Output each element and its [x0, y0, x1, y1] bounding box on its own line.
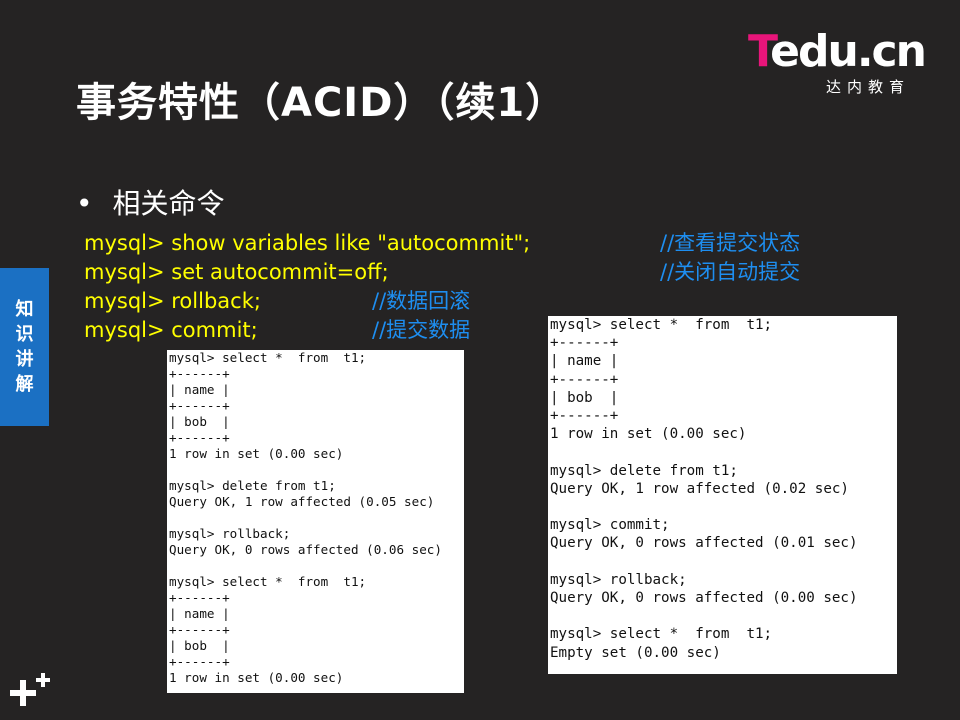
command-comment: //查看提交状态 — [660, 231, 801, 255]
terminal-line: Query OK, 1 row affected (0.02 sec) — [550, 480, 849, 497]
page-title: 事务特性（ACID）（续1） — [76, 80, 567, 126]
terminal-line: | bob | — [169, 638, 230, 653]
terminal-line: mysql> select * from t1; — [550, 626, 773, 643]
terminal-line: 1 row in set (0.00 sec) — [169, 670, 344, 685]
terminal-line: mysql> select * from t1; — [169, 574, 367, 589]
side-tab-knowledge: 知 识 讲 解 — [0, 268, 49, 426]
terminal-screenshot-commit: mysql> select * from t1; +------+ | name |… — [548, 316, 897, 674]
terminal-line: mysql> select * from t1; — [169, 350, 367, 365]
terminal-line: mysql> select * from t1; — [550, 317, 773, 333]
tedu-logo: Tedu.cn 达内教育 — [746, 30, 927, 100]
command-line: mysql> show variables like "autocommit"; — [84, 231, 531, 255]
terminal-line: +------+ — [169, 654, 230, 669]
terminal-line: +------+ — [550, 335, 619, 352]
terminal-line: 1 row in set (0.00 sec) — [169, 446, 344, 461]
terminal-line: | name | — [169, 382, 230, 397]
command-line: mysql> commit; — [84, 318, 258, 342]
terminal-line: +------+ — [169, 398, 230, 413]
terminal-line: mysql> delete from t1; — [169, 478, 336, 493]
terminal-line: mysql> rollback; — [169, 526, 291, 541]
side-tab-char: 知 — [15, 299, 34, 320]
logo-mark-t: T — [748, 26, 772, 77]
logo-mark-rest: edu.cn — [770, 26, 927, 77]
terminal-line: +------+ — [169, 622, 230, 637]
terminal-line: +------+ — [169, 430, 230, 445]
bullet-dot-icon: • — [76, 187, 93, 220]
side-tab-char: 讲 — [15, 349, 34, 370]
terminal-line: Query OK, 0 rows affected (0.00 sec) — [550, 590, 858, 606]
side-tab-char: 解 — [15, 374, 34, 395]
command-comment: //数据回滚 — [372, 289, 471, 313]
terminal-line: +------+ — [169, 366, 230, 381]
terminal-line: +------+ — [550, 371, 619, 388]
terminal-line: +------+ — [169, 590, 230, 605]
terminal-line: mysql> commit; — [550, 517, 670, 534]
side-tab-char: 识 — [15, 324, 34, 345]
terminal-line: Query OK, 0 rows affected (0.06 sec) — [169, 542, 442, 557]
terminal-line: | bob | — [550, 389, 619, 406]
terminal-line: +------+ — [550, 408, 619, 425]
terminal-line: Query OK, 1 row affected (0.05 sec) — [169, 494, 435, 509]
terminal-line: | name | — [550, 353, 619, 370]
terminal-line: | name | — [169, 606, 230, 621]
command-comment: //提交数据 — [372, 318, 471, 342]
plus-plus-icon — [10, 673, 50, 706]
terminal-line: Query OK, 0 rows affected (0.01 sec) — [550, 535, 858, 552]
terminal-line: | bob | — [169, 414, 230, 429]
terminal-line: mysql> rollback; — [550, 571, 687, 588]
bullet-text: 相关命令 — [112, 187, 225, 220]
terminal-screenshot-rollback: mysql> select * from t1; +------+ | name |… — [167, 350, 464, 693]
bullet-item: • 相关命令 — [76, 182, 225, 222]
terminal-line: 1 row in set (0.00 sec) — [550, 426, 747, 443]
command-comment: //关闭自动提交 — [660, 260, 801, 284]
logo-mark: Tedu.cn — [748, 30, 927, 74]
terminal-line: mysql> delete from t1; — [550, 462, 738, 479]
logo-subtitle: 达内教育 — [826, 78, 911, 96]
command-line: mysql> rollback; — [84, 289, 261, 313]
terminal-line: Empty set (0.00 sec) — [550, 644, 721, 661]
command-line: mysql> set autocommit=off; — [84, 260, 389, 284]
